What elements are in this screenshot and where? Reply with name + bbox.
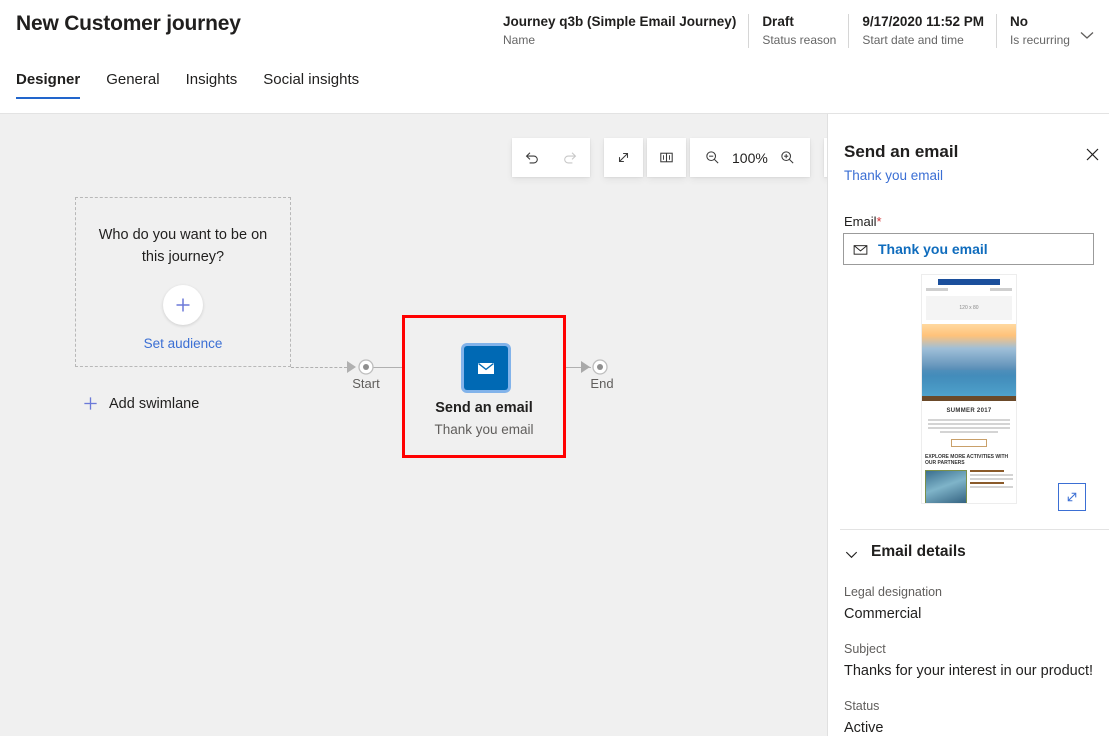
map-icon[interactable] (647, 138, 686, 177)
zoom-level-value: 100% (732, 149, 768, 166)
field-status-label: Status (844, 699, 880, 713)
field-legal-designation-value: Commercial (844, 606, 922, 622)
close-icon[interactable] (1082, 144, 1102, 164)
header-meta-group: Journey q3b (Simple Email Journey) Name … (503, 13, 1082, 53)
email-details-title: Email details (871, 543, 966, 560)
preview-partner-image (925, 470, 967, 503)
preview-partner-row-1 (925, 470, 1013, 503)
header-meta-status-reason-value: Draft (762, 14, 794, 29)
header-meta-start-date-value: 9/17/2020 11:52 PM (862, 14, 984, 29)
header-meta-status-reason-label: Status reason (762, 33, 837, 47)
header-meta-start-date: 9/17/2020 11:52 PM Start date and time (848, 13, 996, 49)
app-header: New Customer journey Journey q3b (Simple… (0, 0, 1109, 63)
plus-icon (82, 395, 99, 412)
header-meta-name-value: Journey q3b (Simple Email Journey) (503, 14, 737, 29)
panel-title: Send an email (844, 142, 959, 161)
tab-insights[interactable]: Insights (186, 70, 238, 99)
set-audience-link[interactable]: Set audience (144, 336, 223, 351)
field-subject-label: Subject (844, 642, 886, 656)
start-node-label: Start (352, 376, 380, 391)
canvas-toolbar: 100% (512, 138, 827, 177)
preview-cta-button (951, 439, 987, 447)
preview-line (928, 423, 1010, 425)
field-status-value: Active (844, 720, 884, 736)
undo-redo-group (512, 138, 590, 177)
preview-line (970, 486, 1013, 488)
connector-arrow-end (581, 361, 590, 373)
email-field-label: Email* (844, 214, 882, 229)
header-meta-is-recurring-value: No (1009, 14, 1028, 29)
header-meta-is-recurring: No Is recurring (995, 13, 1082, 49)
swimlane-question: Who do you want to be on this journey? (98, 227, 268, 265)
plus-icon[interactable] (163, 285, 203, 325)
email-preview-thumbnail[interactable]: 120 x 80 SUMMER 2017 EXPLORE MORE ACTIVI… (921, 274, 1017, 504)
preview-line (970, 482, 1005, 484)
properties-panel: Send an email Thank you email Email* Tha… (829, 114, 1109, 736)
expand-diagonal-icon[interactable] (604, 138, 643, 177)
page-title: New Customer journey (16, 12, 241, 35)
preview-line (928, 427, 1010, 429)
preview-line (970, 478, 1013, 480)
field-subject: Subject Thanks for your interest in our … (844, 641, 1099, 682)
preview-body-lines (928, 419, 1010, 433)
chevron-down-icon[interactable] (1078, 26, 1096, 44)
panel-subtitle-link[interactable]: Thank you email (844, 168, 943, 183)
preview-partner-text (970, 470, 1013, 503)
preview-top-row (922, 285, 1016, 291)
header-meta-status-reason: Draft Status reason (748, 13, 848, 49)
preview-section-title: EXPLORE MORE ACTIVITIES WITH OUR PARTNER… (925, 454, 1009, 466)
connector-arrow-start (347, 361, 356, 373)
envelope-icon (852, 241, 869, 258)
preview-hero-image (922, 324, 1016, 396)
end-node-icon[interactable] (590, 357, 610, 377)
tab-social-insights[interactable]: Social insights (263, 70, 359, 99)
email-tile-subtitle: Thank you email (434, 422, 534, 437)
preview-line (970, 470, 1005, 472)
zoom-control: 100% (690, 138, 810, 177)
add-swimlane-label: Add swimlane (109, 395, 200, 412)
panel-divider (840, 529, 1109, 530)
preview-tiny-left (926, 288, 948, 291)
email-lookup-value: Thank you email (878, 241, 988, 257)
envelope-icon[interactable] (464, 346, 508, 390)
field-legal-designation-label: Legal designation (844, 585, 942, 599)
header-meta-name: Journey q3b (Simple Email Journey) Name (503, 13, 748, 49)
fit-to-screen-icon[interactable] (823, 138, 827, 177)
journey-designer-canvas[interactable]: 100% Who do you want to be on this journ… (0, 114, 828, 736)
redo-icon[interactable] (551, 138, 590, 177)
required-marker: * (876, 214, 882, 229)
email-details-section-header[interactable]: Email details (843, 543, 966, 561)
preview-line (970, 474, 1013, 476)
field-legal-designation: Legal designation Commercial (844, 584, 1099, 625)
header-meta-is-recurring-label: Is recurring (1009, 33, 1070, 47)
preview-image-placeholder: 120 x 80 (926, 296, 1012, 320)
preview-line (940, 431, 998, 433)
undo-icon[interactable] (512, 138, 551, 177)
start-node-icon[interactable] (356, 357, 376, 377)
zoom-in-icon[interactable] (775, 143, 801, 173)
field-status: Status Active (844, 698, 1099, 736)
field-subject-value: Thanks for your interest in our product! (844, 663, 1094, 679)
preview-line (928, 419, 1010, 421)
preview-tiny-right (990, 288, 1012, 291)
preview-band (922, 396, 1016, 401)
email-tile-title: Send an email (435, 400, 533, 416)
header-meta-start-date-label: Start date and time (862, 33, 964, 47)
email-lookup-field[interactable]: Thank you email (843, 233, 1094, 265)
tab-designer[interactable]: Designer (16, 70, 81, 99)
end-node-label: End (590, 376, 614, 391)
chevron-down-icon (843, 546, 860, 563)
expand-diagonal-icon[interactable] (1058, 483, 1086, 511)
tab-general[interactable]: General (106, 70, 159, 99)
add-swimlane-button[interactable]: Add swimlane (82, 395, 199, 412)
swimlane-audience[interactable]: Who do you want to be on this journey? S… (75, 197, 291, 367)
connector-dashed (291, 367, 347, 368)
preview-headline: SUMMER 2017 (946, 408, 992, 414)
zoom-out-icon[interactable] (699, 143, 725, 173)
header-meta-name-label: Name (503, 33, 536, 47)
email-field-label-text: Email (844, 214, 877, 229)
tab-bar: Designer General Insights Social insight… (0, 70, 1109, 114)
